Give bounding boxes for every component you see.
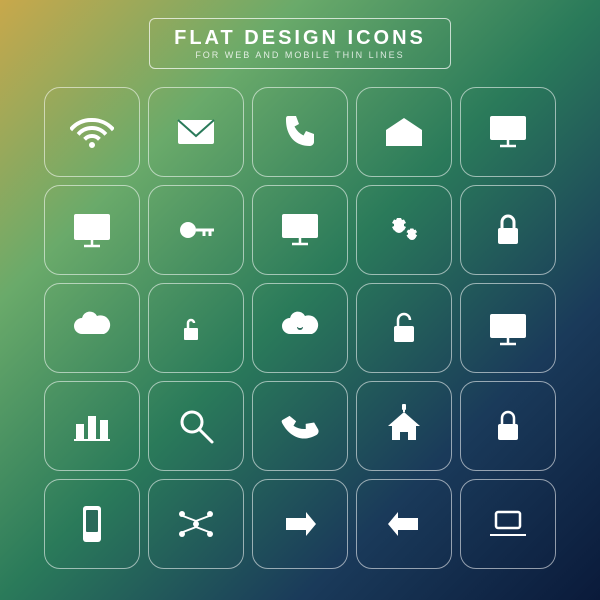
key-icon[interactable]	[148, 185, 244, 275]
lock-key2-icon[interactable]	[460, 381, 556, 471]
laptop-icon[interactable]	[460, 479, 556, 569]
phone-icon[interactable]	[252, 87, 348, 177]
share-icon[interactable]	[148, 479, 244, 569]
monitor-settings-icon[interactable]	[252, 185, 348, 275]
mobile-icon[interactable]	[44, 479, 140, 569]
monitor-play-icon2[interactable]	[44, 185, 140, 275]
icons-grid	[44, 87, 556, 569]
page-subtitle: FOR WEB AND MOBILE THIN LINES	[174, 50, 426, 60]
unlock-folder-icon[interactable]	[148, 283, 244, 373]
lock-key-icon[interactable]	[356, 283, 452, 373]
mail-icon[interactable]	[148, 87, 244, 177]
arrow-left-icon[interactable]	[356, 479, 452, 569]
monitor-display-icon[interactable]	[460, 283, 556, 373]
phone2-icon[interactable]	[252, 381, 348, 471]
wifi-icon[interactable]	[44, 87, 140, 177]
title-box: FLAT DESIGN ICONS FOR WEB AND MOBILE THI…	[149, 18, 451, 69]
cloud-settings-icon[interactable]	[252, 283, 348, 373]
mail-open-icon[interactable]	[356, 87, 452, 177]
monitor-icon[interactable]	[460, 87, 556, 177]
gears-icon[interactable]	[356, 185, 452, 275]
lock-icon[interactable]	[460, 185, 556, 275]
cloud-icon[interactable]	[44, 283, 140, 373]
search-icon[interactable]	[148, 381, 244, 471]
arrow-right-icon[interactable]	[252, 479, 348, 569]
bar-chart-icon[interactable]	[44, 381, 140, 471]
page-title: FLAT DESIGN ICONS	[174, 27, 426, 50]
home-icon[interactable]	[356, 381, 452, 471]
